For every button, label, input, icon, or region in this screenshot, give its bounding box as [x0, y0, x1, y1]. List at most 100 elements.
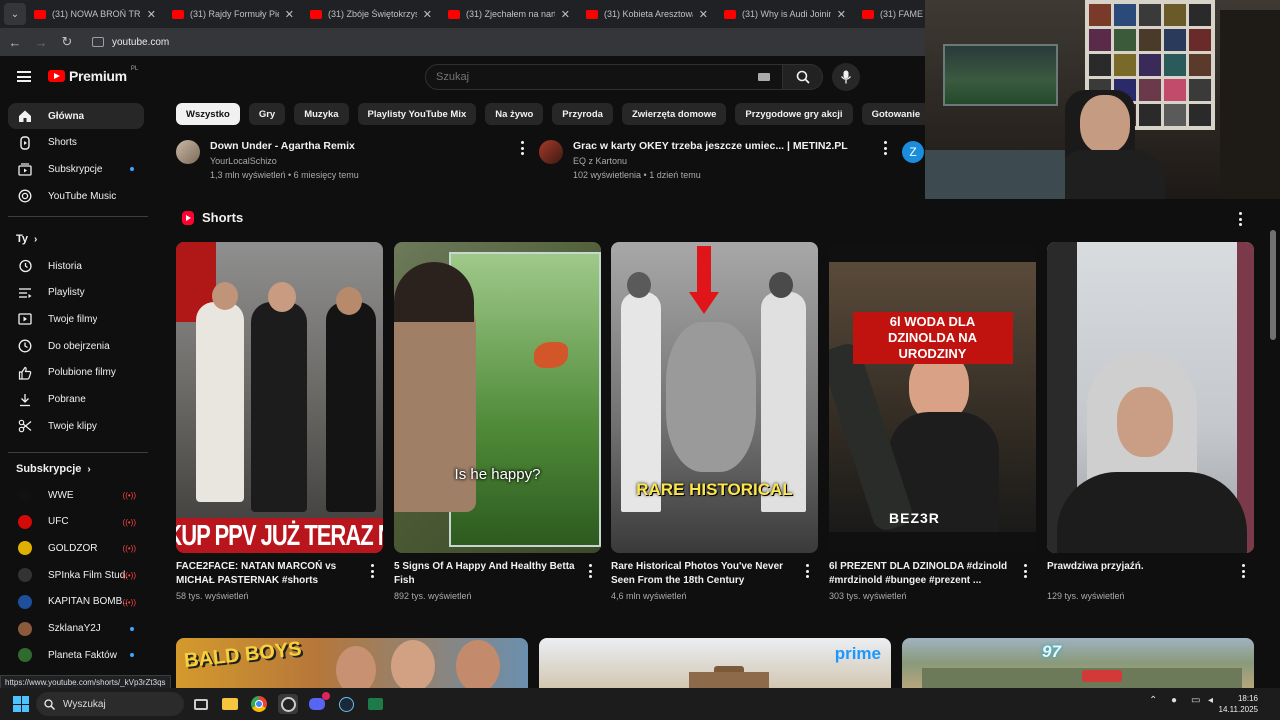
- sidebar-item-wwe[interactable]: WWE ((•)): [8, 482, 144, 508]
- chip-gotowanie[interactable]: Gotowanie: [861, 103, 926, 125]
- chip-na-ywo[interactable]: Na żywo: [485, 103, 544, 125]
- sidebar-item-planeta-fakt-w[interactable]: Planeta Faktów: [8, 642, 144, 668]
- close-tab-icon[interactable]: ✕: [561, 8, 570, 21]
- browser-tab[interactable]: (31) Why is Audi Joining ✕: [716, 0, 854, 28]
- video-item[interactable]: Down Under - Agartha Remix YourLocalSchi…: [176, 140, 359, 180]
- obs-icon[interactable]: [278, 694, 298, 714]
- browser-tab[interactable]: (31) FAME 28✕: [854, 0, 925, 28]
- video-thumbnail[interactable]: 97: [902, 638, 1254, 688]
- menu-icon[interactable]: [17, 71, 31, 82]
- sidebar-item-shorts[interactable]: Shorts: [8, 130, 144, 156]
- sidebar-item-youtube-music[interactable]: YouTube Music: [8, 183, 144, 209]
- sidebar-subscriptions-header[interactable]: Subskrypcje ›: [16, 463, 91, 475]
- sidebar-item-goldzor[interactable]: GOLDZOR ((•)): [8, 535, 144, 561]
- taskbar-clock[interactable]: 18:16 14.11.2025: [1219, 693, 1258, 715]
- sidebar-item-twoje-filmy[interactable]: Twoje filmy: [8, 306, 144, 332]
- channel-name[interactable]: EQ z Kartonu: [573, 156, 848, 166]
- short-title[interactable]: Rare Historical Photos You've Never Seen…: [611, 560, 796, 588]
- video-thumbnail[interactable]: BALD BOYS: [176, 638, 528, 688]
- omnibox[interactable]: youtube.com: [92, 37, 169, 48]
- more-options-icon[interactable]: [1023, 564, 1027, 578]
- site-info-icon[interactable]: [92, 37, 104, 47]
- short-card[interactable]: 6l WODA DLA DZINOLDA NA URODZINY BEZ3R 6…: [829, 242, 1036, 601]
- chip-wszystko[interactable]: Wszystko: [176, 103, 240, 125]
- close-tab-icon[interactable]: ✕: [837, 8, 846, 21]
- short-thumbnail[interactable]: KUP PPV JUŻ TERAZ N: [176, 242, 383, 553]
- chip-przygodowe-gry-akcji[interactable]: Przygodowe gry akcji: [735, 103, 853, 125]
- youtube-logo[interactable]: Premium PL: [48, 66, 138, 84]
- url-text[interactable]: youtube.com: [112, 37, 169, 48]
- steam-icon[interactable]: [336, 694, 356, 714]
- sidebar-item-twoje-klipy[interactable]: Twoje klipy: [8, 413, 144, 439]
- close-tab-icon[interactable]: ✕: [285, 8, 294, 21]
- more-options-icon[interactable]: [805, 564, 809, 578]
- tray-microphone-icon[interactable]: ●: [1171, 695, 1177, 706]
- short-thumbnail[interactable]: 6l WODA DLA DZINOLDA NA URODZINY BEZ3R: [829, 242, 1036, 553]
- short-thumbnail[interactable]: [1047, 242, 1254, 553]
- chip-muzyka[interactable]: Muzyka: [294, 103, 349, 125]
- more-options-icon[interactable]: [588, 564, 592, 578]
- chip-playlisty-youtube-mix[interactable]: Playlisty YouTube Mix: [357, 103, 477, 125]
- sidebar-item-ufc[interactable]: UFC ((•)): [8, 509, 144, 535]
- sidebar-item-polubione-filmy[interactable]: Polubione filmy: [8, 360, 144, 386]
- more-options-icon[interactable]: [883, 141, 887, 155]
- forward-icon[interactable]: →: [34, 35, 48, 50]
- short-title[interactable]: FACE2FACE: NATAN MARCOŃ vs MICHAŁ PASTER…: [176, 560, 361, 588]
- more-options-icon[interactable]: [520, 141, 524, 155]
- chrome-icon[interactable]: [249, 694, 269, 714]
- sidebar-item-playlisty[interactable]: Playlisty: [8, 280, 144, 306]
- close-tab-icon[interactable]: ✕: [423, 8, 432, 21]
- taskbar-search[interactable]: Wyszukaj: [36, 692, 184, 716]
- short-thumbnail[interactable]: RARE HISTORICAL: [611, 242, 818, 553]
- chip-zwierz-ta-domowe[interactable]: Zwierzęta domowe: [621, 103, 727, 125]
- short-title[interactable]: Prawdziwa przyjaźń.: [1047, 560, 1232, 588]
- page-scrollbar[interactable]: [1270, 230, 1276, 340]
- chip-przyroda[interactable]: Przyroda: [552, 103, 613, 125]
- short-card[interactable]: Prawdziwa przyjaźń. 129 tys. wyświetleń: [1047, 242, 1254, 601]
- back-icon[interactable]: ←: [8, 35, 22, 50]
- windows-start-icon[interactable]: [13, 696, 29, 712]
- sidebar-item-kapitan-bomb[interactable]: KAPITAN BOMB... ((•)): [8, 589, 144, 615]
- shorts-more-icon[interactable]: [1238, 212, 1242, 226]
- search-box[interactable]: [425, 64, 783, 90]
- short-title[interactable]: 6l PREZENT DLA DZINOLDA #dzinold #mrdzin…: [829, 560, 1014, 588]
- search-button[interactable]: [783, 64, 823, 90]
- close-tab-icon[interactable]: ✕: [699, 8, 708, 21]
- reload-icon[interactable]: ↻: [60, 34, 74, 50]
- task-view-icon[interactable]: [191, 694, 211, 714]
- video-title[interactable]: Down Under - Agartha Remix: [210, 140, 359, 152]
- sidebar-item-pobrane[interactable]: Pobrane: [8, 387, 144, 413]
- browser-tab[interactable]: (31) Zbóje Świętokrzyscy ✕: [302, 0, 440, 28]
- tab-search-chevron-icon[interactable]: ⌄: [4, 3, 26, 25]
- close-tab-icon[interactable]: ✕: [147, 8, 156, 21]
- channel-avatar[interactable]: [176, 140, 200, 164]
- more-options-icon[interactable]: [1241, 564, 1245, 578]
- search-input[interactable]: [436, 71, 756, 83]
- browser-tab[interactable]: (31) Rajdy Formuły Pierw ✕: [164, 0, 302, 28]
- short-title[interactable]: 5 Signs Of A Happy And Healthy Betta Fis…: [394, 560, 579, 588]
- channel-avatar[interactable]: [539, 140, 563, 164]
- voice-search-button[interactable]: [832, 63, 860, 91]
- browser-tab[interactable]: (31) NOWA BROŃ TRUMP ✕: [26, 0, 164, 28]
- video-title[interactable]: Grac w karty OKEY trzeba jeszcze umiec..…: [573, 140, 848, 152]
- account-avatar[interactable]: Z: [902, 141, 924, 163]
- sidebar-item-subskrypcje[interactable]: Subskrypcje: [8, 156, 144, 182]
- more-options-icon[interactable]: [370, 564, 374, 578]
- chip-gry[interactable]: Gry: [248, 103, 286, 125]
- video-thumbnail[interactable]: prime: [539, 638, 891, 688]
- short-card[interactable]: Is he happy? 5 Signs Of A Happy And Heal…: [394, 242, 601, 601]
- sidebar-item-historia[interactable]: Historia: [8, 253, 144, 279]
- sidebar-you-header[interactable]: Ty ›: [16, 233, 37, 245]
- sidebar-item-do-obejrzenia[interactable]: Do obejrzenia: [8, 333, 144, 359]
- sidebar-item-spinka-film-stud[interactable]: SPInka Film Stud... ((•)): [8, 562, 144, 588]
- browser-tab[interactable]: (31) Kobieta Aresztowana ✕: [578, 0, 716, 28]
- short-card[interactable]: RARE HISTORICAL Rare Historical Photos Y…: [611, 242, 818, 601]
- tray-chevron-icon[interactable]: ⌃: [1149, 695, 1157, 706]
- short-card[interactable]: KUP PPV JUŻ TERAZ N FACE2FACE: NATAN MAR…: [176, 242, 383, 601]
- browser-tab[interactable]: (31) Zjechałem na nartach ✕: [440, 0, 578, 28]
- discord-icon[interactable]: [307, 692, 330, 714]
- sidebar-item-g-wna[interactable]: Główna: [8, 103, 144, 129]
- app-icon[interactable]: [365, 694, 385, 714]
- channel-name[interactable]: YourLocalSchizo: [210, 156, 359, 166]
- sidebar-item-szklanay2j[interactable]: SzklanaY2J: [8, 616, 144, 642]
